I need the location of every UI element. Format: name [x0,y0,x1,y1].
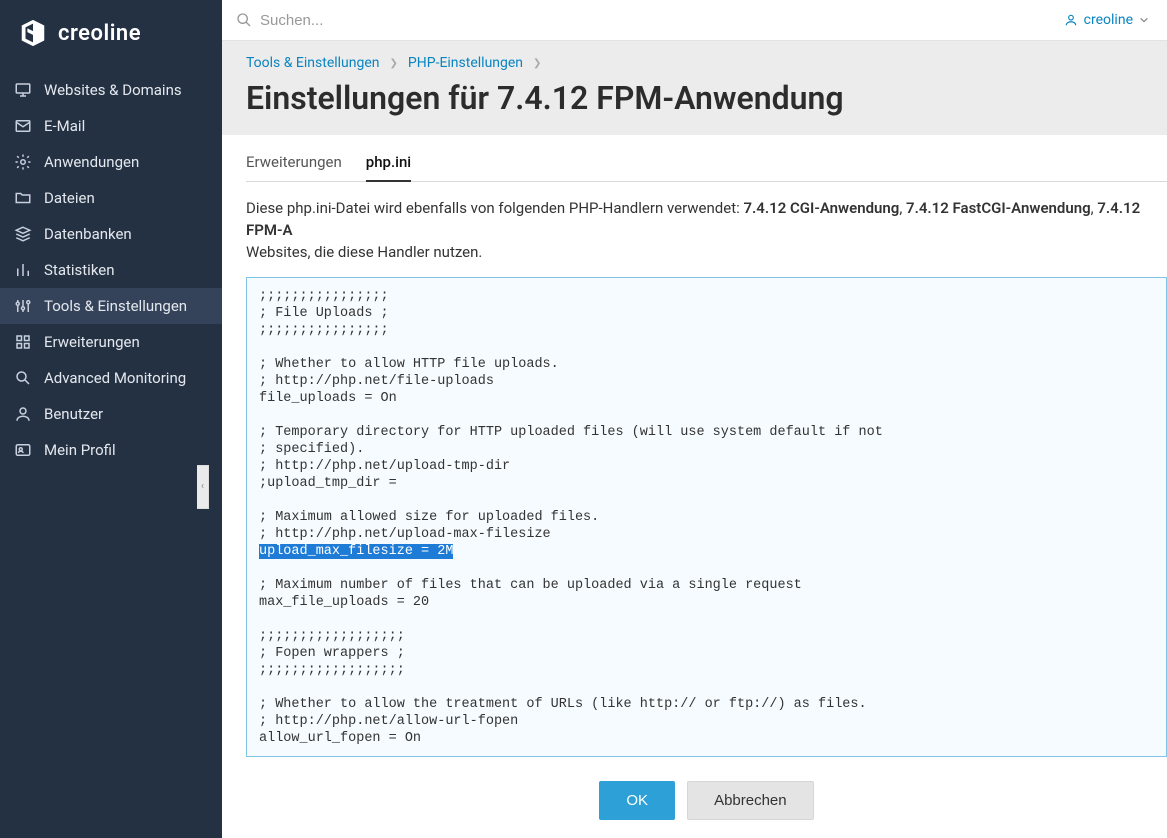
sidebar-item-label: E-Mail [44,117,85,135]
breadcrumb: Tools & Einstellungen ❯ PHP-Einstellunge… [246,55,1143,71]
chevron-down-icon [1139,15,1149,25]
bars-icon [14,261,32,279]
sidebar-item-erweiterungen[interactable]: Erweiterungen [0,324,222,360]
monitor-icon [14,81,32,99]
sidebar-item-label: Dateien [44,189,95,207]
chevron-right-icon: ❯ [533,58,541,69]
breadcrumb-link[interactable]: Tools & Einstellungen [246,55,380,71]
sidebar-item-label: Tools & Einstellungen [44,297,187,315]
sidebar-item-dateien[interactable]: Dateien [0,180,222,216]
sidebar-item-label: Datenbanken [44,225,132,243]
search-icon [14,369,32,387]
sidebar-item-label: Erweiterungen [44,333,140,351]
search-input[interactable] [260,12,560,29]
card-icon [14,441,32,459]
editor-text: ;;;;;;;;;;;;;;;; ; File Uploads ; ;;;;;;… [259,289,883,542]
chevron-right-icon: ❯ [390,58,398,69]
sidebar-collapse-handle[interactable]: ‹ [197,465,209,509]
folder-icon [14,189,32,207]
sidebar-item-label: Statistiken [44,261,115,279]
tab-extensions[interactable]: Erweiterungen [246,153,342,181]
sidebar-item-mein-profil[interactable]: Mein Profil [0,432,222,468]
sidebar-item-label: Benutzer [44,405,103,423]
editor-selection: upload_max_filesize = 2M [259,544,453,559]
layers-icon [14,225,32,243]
sidebar-item-websites-domains[interactable]: Websites & Domains [0,72,222,108]
brand-logo[interactable]: creoline [0,0,222,66]
gear-icon [14,153,32,171]
sidebar-item-advanced-monitoring[interactable]: Advanced Monitoring [0,360,222,396]
search-box[interactable] [236,12,1064,29]
handler-description: Diese php.ini-Datei wird ebenfalls von f… [246,198,1167,263]
ok-button[interactable]: OK [599,781,675,820]
php-ini-editor[interactable]: ;;;;;;;;;;;;;;;; ; File Uploads ; ;;;;;;… [246,277,1167,757]
editor-text: ; Maximum number of files that can be up… [259,578,923,757]
tab-php-ini[interactable]: php.ini [366,153,411,181]
sidebar-item-statistiken[interactable]: Statistiken [0,252,222,288]
sidebar-item-label: Mein Profil [44,441,116,459]
sidebar-item-anwendungen[interactable]: Anwendungen [0,144,222,180]
user-menu[interactable]: creoline [1064,12,1149,28]
mail-icon [14,117,32,135]
sidebar-item-e-mail[interactable]: E-Mail [0,108,222,144]
sidebar-item-label: Websites & Domains [44,81,182,99]
main-area: creoline Tools & Einstellungen ❯ PHP-Ein… [222,0,1167,838]
topbar: creoline [222,0,1167,40]
sidebar-item-label: Advanced Monitoring [44,369,186,387]
user-icon [1064,13,1078,27]
user-name: creoline [1084,12,1133,28]
action-bar: OK Abbrechen [246,757,1167,838]
tabs: Erweiterungen php.ini [246,153,1167,182]
search-icon [236,12,252,28]
breadcrumb-link[interactable]: PHP-Einstellungen [408,55,523,71]
page-header: Tools & Einstellungen ❯ PHP-Einstellunge… [222,40,1167,135]
sidebar-item-benutzer[interactable]: Benutzer [0,396,222,432]
cancel-button[interactable]: Abbrechen [687,781,814,820]
brand-name: creoline [58,21,141,46]
sidebar-item-datenbanken[interactable]: Datenbanken [0,216,222,252]
brand-icon [18,18,48,48]
grid-icon [14,333,32,351]
sliders-icon [14,297,32,315]
page-title: Einstellungen für 7.4.12 FPM-Anwendung [246,79,1143,117]
sidebar-item-label: Anwendungen [44,153,139,171]
sidebar: creoline Websites & Domains E-Mail Anwendu… [0,0,222,838]
user-icon [14,405,32,423]
sidebar-item-tools-einstellungen[interactable]: Tools & Einstellungen [0,288,222,324]
